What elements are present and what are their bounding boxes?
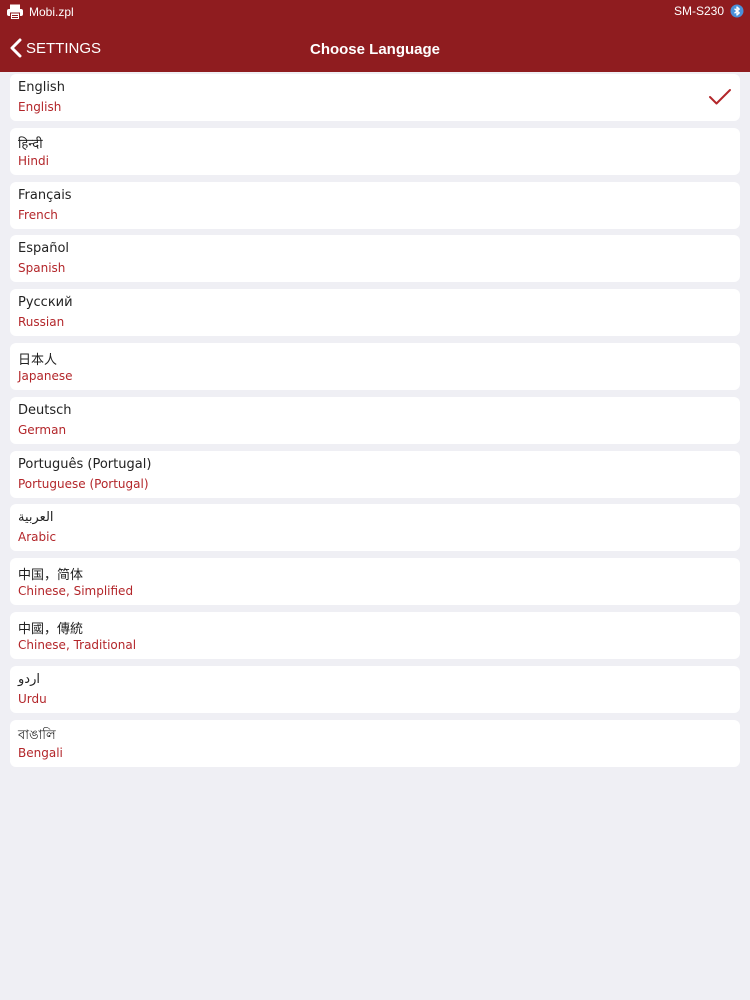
language-row-hindi[interactable]: हिन्दी Hindi xyxy=(10,127,740,175)
language-english-name: German xyxy=(18,422,67,437)
language-row-chinese-traditional[interactable]: 中國，傳統 Chinese, Traditional xyxy=(10,611,740,659)
language-english-name: Chinese, Simplified xyxy=(18,584,134,599)
bluetooth-icon xyxy=(730,4,744,18)
language-native-name: English xyxy=(18,80,65,95)
app-name: Mobi.zpl xyxy=(29,5,74,19)
language-native-name: 中國，傳統 xyxy=(18,621,84,637)
language-native-name: اردو xyxy=(18,671,40,687)
language-row-spanish[interactable]: Español Spanish xyxy=(10,235,740,283)
language-native-name: 日本人 xyxy=(18,352,58,368)
language-native-name: Français xyxy=(18,187,72,203)
language-row-russian[interactable]: Русский Russian xyxy=(10,289,740,337)
status-right: SM-S230 xyxy=(674,4,744,18)
language-row-chinese-simplified[interactable]: 中国，简体 Chinese, Simplified xyxy=(10,558,740,606)
language-english-name: French xyxy=(18,207,58,222)
navigation-bar: SETTINGS Choose Language xyxy=(0,26,750,72)
printer-icon xyxy=(6,4,24,20)
language-list: English English हिन्दी Hindi Français Fr… xyxy=(10,74,740,773)
language-english-name: Urdu xyxy=(18,691,47,706)
language-english-name: Arabic xyxy=(18,530,57,545)
language-english-name: Bengali xyxy=(18,745,63,760)
language-native-name: Português (Portugal) xyxy=(18,456,152,472)
status-bar: Mobi.zpl SM-S230 xyxy=(0,0,750,26)
language-row-french[interactable]: Français French xyxy=(10,181,740,229)
language-native-name: বাঙালি xyxy=(18,727,56,743)
device-name: SM-S230 xyxy=(673,4,724,18)
language-native-name: Deutsch xyxy=(18,402,72,418)
language-native-name: 中国，简体 xyxy=(18,568,84,584)
language-english-name: Russian xyxy=(18,315,65,330)
language-english-name: English xyxy=(18,100,62,114)
language-english-name: Chinese, Traditional xyxy=(18,637,137,652)
language-native-name: Español xyxy=(18,241,70,257)
language-native-name: Русский xyxy=(18,295,73,311)
language-native-name: हिन्दी xyxy=(18,136,43,152)
language-row-arabic[interactable]: العربية Arabic xyxy=(10,504,740,552)
checkmark-icon xyxy=(708,88,732,106)
language-row-german[interactable]: Deutsch German xyxy=(10,396,740,444)
language-row-portuguese[interactable]: Português (Portugal) Portuguese (Portuga… xyxy=(10,450,740,498)
language-row-english[interactable]: English English xyxy=(10,74,740,121)
language-english-name: Japanese xyxy=(18,368,73,383)
page-title: Choose Language xyxy=(309,41,440,58)
language-row-bengali[interactable]: বাঙালি Bengali xyxy=(10,719,740,767)
language-row-japanese[interactable]: 日本人 Japanese xyxy=(10,342,740,390)
language-english-name: Spanish xyxy=(18,261,66,276)
language-native-name: العربية xyxy=(18,510,54,526)
language-row-urdu[interactable]: اردو Urdu xyxy=(10,665,740,713)
language-english-name: Hindi xyxy=(18,153,49,168)
language-english-name: Portuguese (Portugal) xyxy=(18,476,149,491)
status-left: Mobi.zpl xyxy=(6,4,74,20)
